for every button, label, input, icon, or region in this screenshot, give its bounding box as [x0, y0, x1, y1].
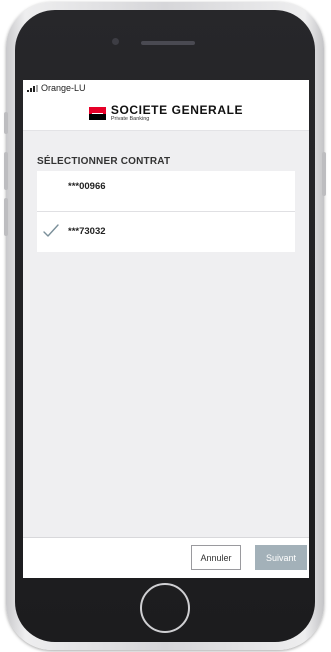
logo-mark-icon — [88, 106, 106, 120]
section-title: SÉLECTIONNER CONTRAT — [37, 156, 171, 167]
signal-bars-icon — [27, 84, 38, 92]
front-camera — [112, 38, 119, 45]
contract-option-2[interactable]: ***73032 — [37, 211, 295, 252]
app-screen: Orange-LU SOCIETE GENERALE Private Banki… — [23, 80, 309, 578]
earpiece-speaker — [141, 41, 195, 45]
contract-list: ***00966 ***73032 — [37, 171, 295, 252]
brand-logo: SOCIETE GENERALE Private Banking — [88, 102, 244, 123]
brand-name: SOCIETE GENERALE — [110, 102, 244, 117]
contract-option-1[interactable]: ***00966 — [37, 171, 295, 211]
checkmark-icon — [43, 224, 59, 237]
volume-down-button — [4, 198, 8, 236]
action-bar: Annuler Suivant — [23, 537, 309, 578]
contract-number: ***00966 — [68, 181, 106, 192]
power-button — [322, 152, 326, 196]
app-header: SOCIETE GENERALE Private Banking — [23, 96, 309, 131]
home-button[interactable] — [140, 583, 190, 633]
status-bar: Orange-LU — [23, 80, 309, 96]
carrier-name: Orange-LU — [41, 83, 86, 93]
brand-subtitle: Private Banking — [110, 115, 150, 122]
mute-switch — [4, 112, 8, 134]
volume-up-button — [4, 152, 8, 190]
next-button[interactable]: Suivant — [255, 545, 307, 570]
cancel-button[interactable]: Annuler — [191, 545, 241, 570]
contract-number: ***73032 — [68, 226, 106, 237]
